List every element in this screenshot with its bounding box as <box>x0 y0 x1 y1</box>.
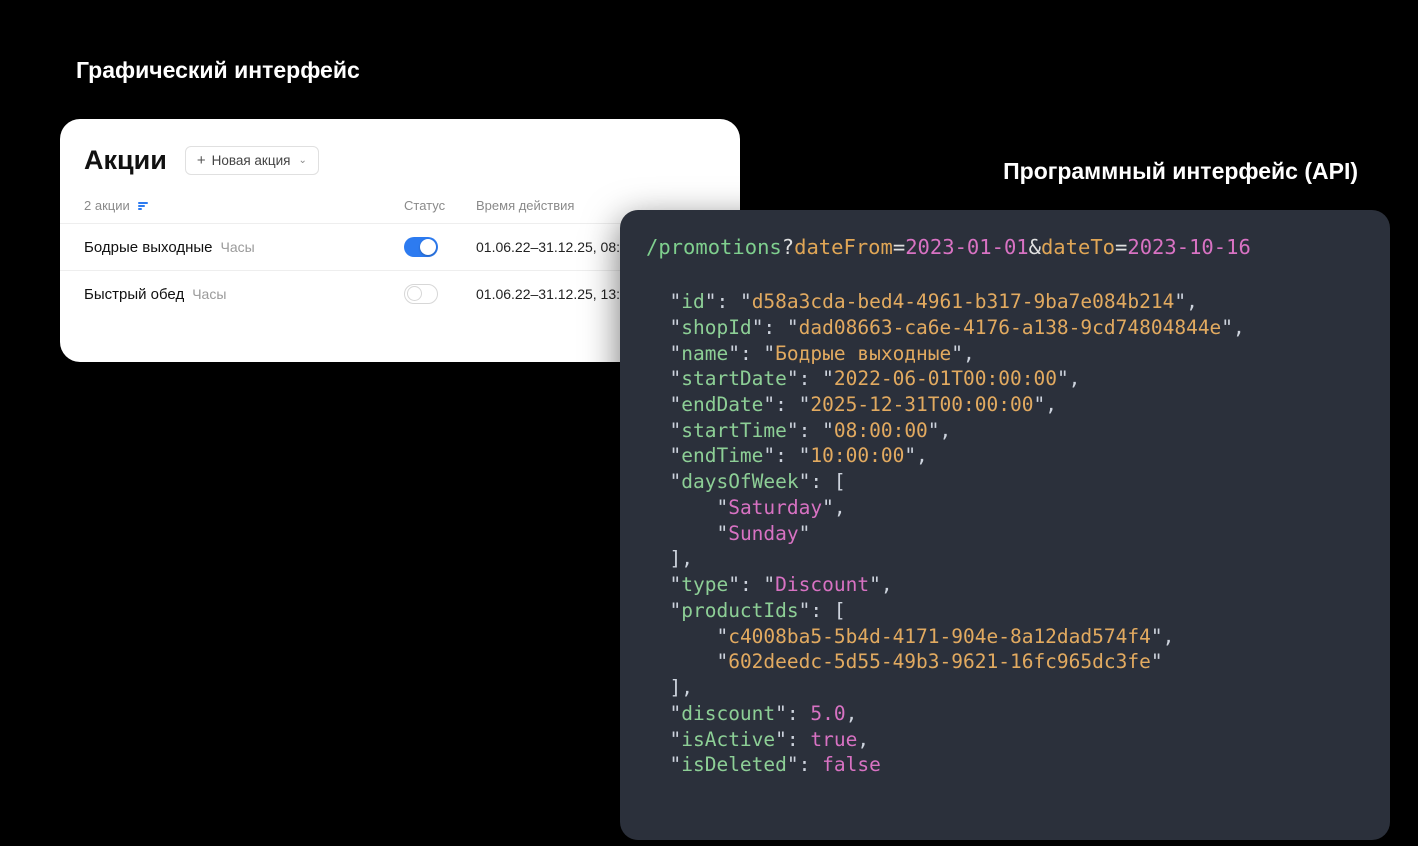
url-value: 2023-10-16 <box>1127 235 1250 259</box>
sort-icon <box>138 202 148 210</box>
new-button-label: Новая акция <box>212 153 291 168</box>
row-name: Быстрый обед <box>84 286 184 303</box>
url-param: dateFrom <box>794 235 893 259</box>
gui-section-title: Графический интерфейс <box>76 57 360 84</box>
row-name: Бодрые выходные <box>84 239 213 256</box>
status-toggle[interactable] <box>404 237 438 257</box>
url-value: 2023-01-01 <box>905 235 1028 259</box>
count-label: 2 акции <box>84 198 130 213</box>
api-url: /promotions?dateFrom=2023-01-01&dateTo=2… <box>646 234 1364 261</box>
page-title: Акции <box>84 145 167 176</box>
col-status: Статус <box>404 198 476 213</box>
gui-header: Акции + Новая акция ⌄ <box>60 139 740 198</box>
row-sub: Часы <box>192 286 226 302</box>
api-body: "id": "d58a3cda-bed4-4961-b317-9ba7e084b… <box>646 289 1364 778</box>
api-panel: /promotions?dateFrom=2023-01-01&dateTo=2… <box>620 210 1390 840</box>
api-section-title: Программный интерфейс (API) <box>1003 158 1358 185</box>
col-count[interactable]: 2 акции <box>84 198 404 213</box>
status-toggle[interactable] <box>404 284 438 304</box>
plus-icon: + <box>197 153 206 168</box>
row-sub: Часы <box>221 239 255 255</box>
chevron-down-icon: ⌄ <box>298 155 306 166</box>
url-param: dateTo <box>1041 235 1115 259</box>
new-promotion-button[interactable]: + Новая акция ⌄ <box>185 146 319 175</box>
url-path: /promotions <box>646 235 782 259</box>
